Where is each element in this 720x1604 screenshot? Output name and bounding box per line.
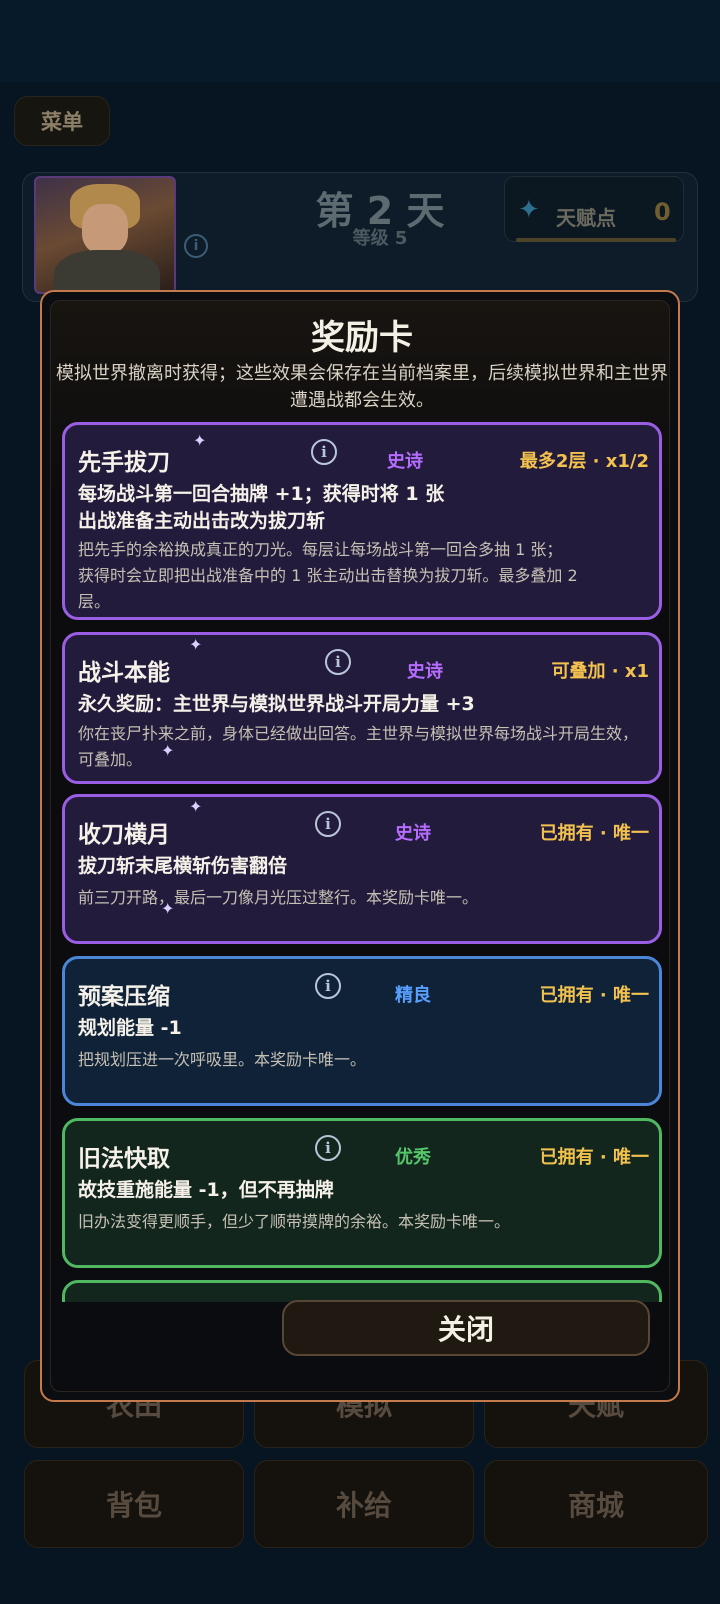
card-stack-status: 已拥有 · 唯一 — [539, 985, 649, 1006]
player-info-icon[interactable]: i — [184, 234, 208, 258]
card-stack-status: 可叠加 · x1 — [551, 661, 649, 682]
sparkle-icon: ✦ — [189, 635, 203, 654]
card-effect: 拔刀斩末尾横斩伤害翻倍 — [78, 855, 288, 877]
avatar-face — [82, 204, 128, 254]
card-rarity: 史诗 — [395, 823, 431, 844]
card-rarity: 史诗 — [407, 661, 443, 682]
reward-card[interactable]: 旧法快取 i 优秀 已拥有 · 唯一 故技重施能量 -1，但不再抽牌 旧办法变得… — [62, 1118, 662, 1268]
card-effect: 规划能量 -1 — [78, 1017, 182, 1039]
card-effect: 故技重施能量 -1，但不再抽牌 — [78, 1179, 334, 1201]
reward-card[interactable]: 收刀横月 i 史诗 已拥有 · 唯一 拔刀斩末尾横斩伤害翻倍 前三刀开路，最后一… — [62, 794, 662, 944]
avatar-body — [54, 250, 160, 292]
card-name: 战斗本能 — [78, 660, 170, 686]
talent-progress-bar — [516, 238, 676, 242]
reward-cards-modal: 奖励卡 模拟世界撤离时获得；这些效果会保存在当前档案里，后续模拟世界和主世界遭遇… — [40, 290, 680, 1402]
reward-card[interactable]: 战斗本能 i 史诗 可叠加 · x1 永久奖励：主世界与模拟世界战斗开局力量 +… — [62, 632, 662, 784]
card-flavor: 把规划压进一次呼吸里。本奖励卡唯一。 — [78, 1050, 367, 1069]
nav-shop-button[interactable]: 商城 — [484, 1460, 708, 1548]
card-effect: 永久奖励：主世界与模拟世界战斗开局力量 +3 — [78, 693, 475, 715]
card-stack-status: 已拥有 · 唯一 — [539, 1147, 649, 1168]
sparkle-icon: ✦ — [161, 741, 175, 760]
reward-card[interactable]: 预案压缩 i 精良 已拥有 · 唯一 规划能量 -1 把规划压进一次呼吸里。本奖… — [62, 956, 662, 1106]
card-effect: 每场战斗第一回合抽牌 +1；获得时将 1 张出战准备主动出击改为拔刀斩 — [78, 483, 445, 532]
info-icon[interactable]: i — [315, 811, 341, 837]
info-icon[interactable]: i — [325, 649, 351, 675]
card-name: 预案压缩 — [78, 984, 170, 1010]
sparkle-icon: ✦ — [193, 431, 207, 450]
status-bar-area — [0, 0, 720, 82]
card-flavor: 把先手的余裕换成真正的刀光。每层让每场战斗第一回合多抽 1 张；获得时会立即把出… — [78, 540, 578, 611]
card-name: 旧法快取 — [78, 1146, 170, 1172]
card-stack-status: 已拥有 · 唯一 — [539, 823, 649, 844]
player-avatar[interactable] — [34, 176, 176, 294]
card-flavor: 旧办法变得更顺手，但少了顺带摸牌的余裕。本奖励卡唯一。 — [78, 1212, 511, 1231]
crystal-icon: ✦ — [518, 195, 540, 225]
info-icon[interactable]: i — [311, 439, 337, 465]
reward-card[interactable] — [62, 1280, 662, 1302]
reward-card[interactable]: 先手拔刀 i 史诗 最多2层 · x1/2 每场战斗第一回合抽牌 +1；获得时将… — [62, 422, 662, 620]
info-icon[interactable]: i — [315, 1135, 341, 1161]
level-text: 等级 5 — [352, 228, 408, 249]
sparkle-icon: ✦ — [161, 899, 175, 918]
talent-points-value: 0 — [654, 198, 671, 226]
nav-supply-button[interactable]: 补给 — [254, 1460, 474, 1548]
game-screen: 菜单 i 第 2 天 等级 5 ✦ 天赋点 0 农田 模拟 天赋 背包 补给 商… — [0, 0, 720, 1604]
nav-backpack-button[interactable]: 背包 — [24, 1460, 244, 1548]
reward-card-list[interactable]: 先手拔刀 i 史诗 最多2层 · x1/2 每场战斗第一回合抽牌 +1；获得时将… — [62, 422, 662, 1302]
talent-points-label: 天赋点 — [556, 206, 616, 230]
sparkle-icon: ✦ — [189, 797, 203, 816]
card-name: 收刀横月 — [78, 822, 170, 848]
menu-button[interactable]: 菜单 — [14, 96, 110, 146]
modal-description: 模拟世界撤离时获得；这些效果会保存在当前档案里，后续模拟世界和主世界遭遇战都会生… — [56, 363, 668, 411]
card-rarity: 优秀 — [395, 1147, 431, 1168]
modal-title: 奖励卡 — [311, 318, 413, 358]
info-icon[interactable]: i — [315, 973, 341, 999]
card-name: 先手拔刀 — [78, 450, 170, 476]
card-rarity: 史诗 — [387, 451, 423, 472]
card-rarity: 精良 — [395, 985, 431, 1006]
close-button[interactable]: 关闭 — [282, 1300, 650, 1356]
card-stack-status: 最多2层 · x1/2 — [519, 451, 649, 472]
